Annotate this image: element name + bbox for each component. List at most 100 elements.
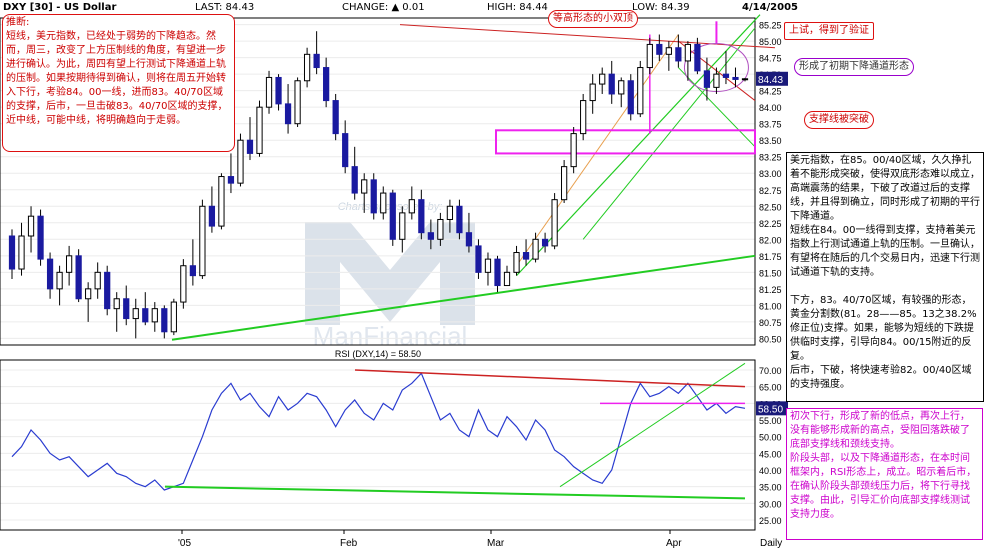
candle-body	[351, 166, 358, 194]
candle-body	[246, 139, 254, 154]
channel-label: 形成了初期下降通道形态	[794, 58, 914, 76]
price-tick-label: 85.25	[759, 21, 782, 31]
candle-body	[513, 252, 520, 273]
price-tick-label: 83.50	[759, 136, 782, 146]
x-tick-label: Mar	[487, 538, 505, 549]
candle-body	[618, 80, 625, 95]
rsi-tick-label: 30.00	[759, 499, 782, 509]
candle-body	[684, 43, 692, 62]
candle-body	[123, 298, 130, 320]
candle-body	[46, 258, 54, 290]
candle-body	[323, 67, 330, 102]
price-tick-label: 82.25	[759, 219, 782, 229]
left-analysis-box: 推断: 短线，美元指数，已经处于弱势的下降趋态。然而，周三，改变了上方压制线的角…	[2, 14, 235, 152]
candle-body	[456, 205, 463, 234]
rsi-tick-label: 50.00	[759, 433, 782, 443]
candle-body	[256, 106, 263, 154]
candle-body	[151, 308, 158, 323]
price-tick-label: 83.25	[759, 153, 782, 163]
double-top-label: 等高形态的小双顶	[548, 10, 638, 28]
price-tick-label: 81.25	[759, 285, 782, 295]
candle-body	[399, 212, 406, 240]
price-tick-label: 82.00	[759, 235, 782, 245]
price-tick-label: 82.50	[759, 202, 782, 212]
candle-body	[732, 76, 739, 80]
price-tick-label: 82.75	[759, 186, 782, 196]
candle-body	[227, 176, 235, 184]
candle-body	[113, 298, 120, 310]
candle-body	[284, 103, 292, 125]
candle-body	[665, 47, 672, 55]
candle-body	[446, 205, 454, 220]
candle-body	[503, 271, 511, 287]
price-tick-label: 83.75	[759, 120, 782, 130]
x-tick-label: Apr	[666, 538, 682, 549]
price-tick-label: 84.00	[759, 103, 782, 113]
candle-body	[561, 166, 568, 201]
candle-body	[75, 255, 82, 300]
x-tick-label: '05	[178, 538, 191, 549]
candle-body	[294, 80, 301, 125]
candle-body	[94, 271, 101, 290]
candle-body	[265, 76, 273, 108]
candle-body	[303, 53, 311, 82]
candle-body	[37, 215, 44, 260]
candle-body	[408, 199, 415, 214]
candle-body	[475, 245, 482, 273]
candle-body	[237, 139, 244, 184]
candle-body	[361, 179, 368, 194]
candle-body	[713, 73, 720, 88]
candle-body	[494, 258, 501, 287]
candle-body	[637, 67, 644, 115]
low-value: LOW: 84.39	[632, 2, 690, 13]
rsi-tick-label: 35.00	[759, 483, 782, 493]
rsi-title: RSI (DXY,14) = 58.50	[335, 349, 421, 359]
x-tick-label: Daily	[760, 538, 782, 549]
candle-body	[56, 271, 63, 290]
rsi-tick-label: 25.00	[759, 516, 782, 526]
candle-body	[142, 308, 149, 323]
rsi-analysis-box: 初次下行，形成了新的低点，再次上行，没有能够形成新的高点，受阻回落跌破了底部支撑…	[786, 408, 983, 540]
candle-body	[189, 265, 196, 277]
candle-body	[570, 133, 577, 168]
candle-body	[589, 83, 596, 102]
price-tick-label: 85.00	[759, 37, 782, 47]
candle-body	[532, 238, 539, 260]
rsi-tick-label: 45.00	[759, 449, 782, 459]
candle-body	[694, 43, 701, 72]
price-tick-label: 81.75	[759, 252, 782, 262]
candle-body	[199, 205, 206, 277]
price-tick-label: 83.00	[759, 169, 782, 179]
last-rsi-tag: 58.50	[758, 404, 783, 415]
candle-body	[722, 73, 730, 78]
candle-body	[370, 179, 377, 214]
x-tick-label: Feb	[340, 538, 358, 549]
candle-body	[580, 100, 587, 135]
last-price-tag: 84.43	[758, 75, 783, 86]
rsi-tick-label: 70.00	[759, 366, 782, 376]
candle-body	[18, 235, 25, 270]
candle-body	[484, 258, 492, 273]
verified-label: 上试，得到了验证	[784, 22, 874, 40]
rsi-tick-label: 65.00	[759, 383, 782, 393]
rsi-tick-label: 55.00	[759, 416, 782, 426]
candle-body	[380, 192, 387, 214]
high-value: HIGH: 84.44	[487, 2, 548, 13]
support-break-label: 支撑线被突破	[804, 111, 874, 129]
price-tick-label: 81.00	[759, 301, 782, 311]
candle-body	[65, 255, 73, 273]
price-tick-label: 80.75	[759, 318, 782, 328]
candle-body	[656, 43, 663, 55]
candle-body	[646, 43, 653, 69]
candle-body	[342, 133, 349, 168]
candle-body	[27, 215, 35, 237]
candle-body	[275, 76, 282, 105]
candle-body	[741, 78, 749, 81]
candle-body	[332, 100, 339, 135]
candle-body	[551, 199, 558, 247]
price-tick-label: 84.75	[759, 54, 782, 64]
chart-stage: Charts sponsored by: ManFinancial 85.25 8…	[0, 0, 985, 550]
candle-body	[170, 301, 177, 333]
rsi-tick-label: 40.00	[759, 466, 782, 476]
candle-body	[427, 232, 434, 240]
